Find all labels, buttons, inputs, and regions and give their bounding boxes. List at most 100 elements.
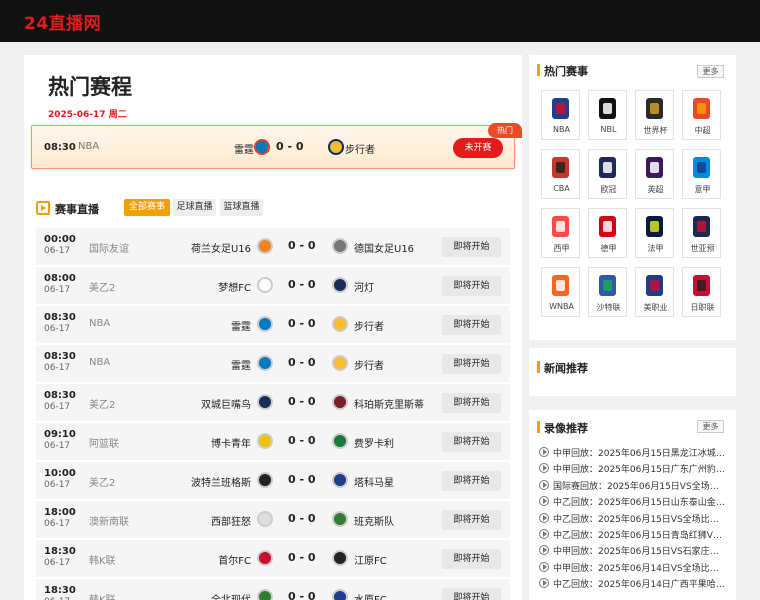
replay-title[interactable]: 中乙回放：2025年06月15日VS全场比赛视... [553, 512, 727, 525]
replay-title[interactable]: 国际赛回放：2025年06月15日VS全场比赛... [553, 479, 727, 492]
match-league[interactable]: 韩K联 [89, 552, 116, 567]
replay-item[interactable]: 中甲回放：2025年06月15日广东广州豹VS... [539, 461, 729, 476]
away-team-name[interactable]: 河灯 [354, 279, 374, 294]
league-card[interactable]: 美职业 [635, 267, 674, 317]
starting-soon-button[interactable]: 即将开始 [442, 315, 501, 335]
match-league[interactable]: 韩K联 [89, 591, 116, 600]
home-team-name[interactable]: 波特兰班格斯 [191, 474, 251, 489]
away-team-name[interactable]: 步行者 [345, 141, 375, 156]
more-button[interactable]: 更多 [697, 420, 724, 433]
league-logo-icon [646, 216, 663, 237]
match-row[interactable]: 00:00 06-17 国际友谊 荷兰女足U16 0 - 0 德国女足U16 即将开始 [36, 228, 510, 266]
starting-soon-button[interactable]: 即将开始 [442, 510, 501, 530]
home-team-name[interactable]: 博卡青年 [211, 435, 251, 450]
replay-item[interactable]: 中乙回放：2025年06月15日青岛红狮VS全... [539, 527, 729, 542]
match-row[interactable]: 18:30 06-17 韩K联 首尔FC 0 - 0 江原FC 即将开始 [36, 540, 510, 578]
league-card[interactable]: WNBA [541, 267, 580, 317]
away-team-name[interactable]: 费罗卡利 [354, 435, 394, 450]
match-row[interactable]: 18:3006-17韩K联全北现代0 - 0水原FC即将开始 [36, 579, 510, 600]
league-name: WNBA [549, 302, 574, 311]
starting-soon-button[interactable]: 即将开始 [442, 549, 501, 569]
starting-soon-button[interactable]: 即将开始 [442, 276, 501, 296]
starting-soon-button[interactable]: 即将开始 [442, 588, 501, 600]
away-team-name[interactable]: 班克斯队 [354, 513, 394, 528]
replay-title[interactable]: 中乙回放：2025年06月14日广西平果哈嘹国... [553, 577, 727, 590]
replay-title[interactable]: 中乙回放：2025年06月15日青岛红狮VS全... [553, 528, 727, 541]
league-card[interactable]: 英超 [635, 149, 674, 199]
replay-item[interactable]: 中乙回放：2025年06月15日山东泰山金钢山... [539, 494, 729, 509]
replay-title[interactable]: 中甲回放：2025年06月15日黑龙江冰城VS... [553, 446, 727, 459]
replay-title[interactable]: 中甲回放：2025年06月14日VS全场比赛视... [553, 561, 727, 574]
home-team-name[interactable]: 首尔FC [218, 552, 251, 567]
league-card[interactable]: 日职联 [682, 267, 721, 317]
replay-title[interactable]: 中甲回放：2025年06月15日VS石家庄功夫... [553, 544, 727, 557]
away-team-name[interactable]: 步行者 [354, 357, 384, 372]
league-card[interactable]: 意甲 [682, 149, 721, 199]
league-card[interactable]: 欧冠 [588, 149, 627, 199]
match-row[interactable]: 10:00 06-17 美乙2 波特兰班格斯 0 - 0 塔科马星 即将开始 [36, 462, 510, 500]
replay-title[interactable]: 中甲回放：2025年06月15日广东广州豹VS... [553, 462, 727, 475]
replay-title[interactable]: 中乙回放：2025年06月15日山东泰山金钢山... [553, 495, 727, 508]
match-league[interactable]: 美乙2 [89, 279, 115, 294]
starting-soon-button[interactable]: 即将开始 [442, 237, 501, 257]
match-date: 06-17 [44, 285, 71, 295]
match-league[interactable]: 阿篮联 [89, 435, 119, 450]
featured-match[interactable]: 08:30 NBA 雷霆 0 - 0 步行者 未开赛 热门 [31, 123, 522, 169]
replay-item[interactable]: 国际赛回放：2025年06月15日VS全场比赛... [539, 478, 729, 493]
away-team-name[interactable]: 江原FC [354, 552, 387, 567]
match-row[interactable]: 08:00 06-17 美乙2 梦想FC 0 - 0 河灯 即将开始 [36, 267, 510, 305]
league-card[interactable]: CBA [541, 149, 580, 199]
league-card[interactable]: NBL [588, 90, 627, 140]
match-league[interactable]: NBA [89, 318, 110, 329]
away-team-name[interactable]: 水原FC [354, 591, 387, 600]
league-card[interactable]: NBA [541, 90, 580, 140]
starting-soon-button[interactable]: 即将开始 [442, 393, 501, 413]
match-row[interactable]: 09:10 06-17 阿篮联 博卡青年 0 - 0 费罗卡利 即将开始 [36, 423, 510, 461]
away-team-name[interactable]: 科珀斯克里斯蒂 [354, 396, 424, 411]
not-started-button[interactable]: 未开赛 [453, 138, 503, 158]
home-team-name[interactable]: 荷兰女足U16 [191, 240, 251, 255]
match-row[interactable]: 18:00 06-17 澳新南联 西部狂怒 0 - 0 班克斯队 即将开始 [36, 501, 510, 539]
home-team-name[interactable]: 梦想FC [218, 279, 251, 294]
match-league[interactable]: 澳新南联 [89, 513, 129, 528]
league-logo-icon [646, 157, 663, 178]
away-team-name[interactable]: 德国女足U16 [354, 240, 414, 255]
replay-item[interactable]: 中甲回放：2025年06月15日黑龙江冰城VS... [539, 445, 729, 460]
more-button[interactable]: 更多 [697, 65, 724, 78]
home-team-name[interactable]: 双城巨嘴鸟 [201, 396, 251, 411]
league-card[interactable]: 德甲 [588, 208, 627, 258]
home-team-name[interactable]: 全北现代 [211, 591, 251, 600]
league-card[interactable]: 沙特联 [588, 267, 627, 317]
match-league[interactable]: NBA [78, 141, 99, 152]
away-team-name[interactable]: 塔科马星 [354, 474, 394, 489]
starting-soon-button[interactable]: 即将开始 [442, 354, 501, 374]
replay-item[interactable]: 中乙回放：2025年06月14日广西平果哈嘹国... [539, 576, 729, 591]
starting-soon-button[interactable]: 即将开始 [442, 432, 501, 452]
match-league[interactable]: 国际友谊 [89, 240, 129, 255]
replay-item[interactable]: 中甲回放：2025年06月15日VS石家庄功夫... [539, 543, 729, 558]
match-league[interactable]: 美乙2 [89, 396, 115, 411]
match-row[interactable]: 08:30 06-17 美乙2 双城巨嘴鸟 0 - 0 科珀斯克里斯蒂 即将开始 [36, 384, 510, 422]
league-card[interactable]: 西甲 [541, 208, 580, 258]
tab-basketball[interactable]: 篮球直播 [220, 199, 263, 216]
tab-all[interactable]: 全部赛事 [124, 199, 170, 216]
league-card[interactable]: 中超 [682, 90, 721, 140]
home-team-name[interactable]: 雷霆 [234, 141, 254, 156]
match-row[interactable]: 08:30 06-17 NBA 雷霆 0 - 0 步行者 即将开始 [36, 306, 510, 344]
news-panel: 新闻推荐 [529, 348, 736, 396]
home-team-name[interactable]: 雷霆 [231, 357, 251, 372]
starting-soon-button[interactable]: 即将开始 [442, 471, 501, 491]
tab-football[interactable]: 足球直播 [173, 199, 216, 216]
replay-item[interactable]: 中乙回放：2025年06月15日VS全场比赛视... [539, 511, 729, 526]
home-team-name[interactable]: 西部狂怒 [211, 513, 251, 528]
replay-item[interactable]: 中甲回放：2025年06月14日VS全场比赛视... [539, 560, 729, 575]
match-league[interactable]: 美乙2 [89, 474, 115, 489]
away-team-name[interactable]: 步行者 [354, 318, 384, 333]
league-card[interactable]: 世界杯 [635, 90, 674, 140]
league-card[interactable]: 世亚预 [682, 208, 721, 258]
match-row[interactable]: 08:30 06-17 NBA 雷霆 0 - 0 步行者 即将开始 [36, 345, 510, 383]
match-league[interactable]: NBA [89, 357, 110, 368]
home-team-name[interactable]: 雷霆 [231, 318, 251, 333]
league-card[interactable]: 法甲 [635, 208, 674, 258]
site-logo[interactable]: 24直播网 [24, 9, 101, 34]
